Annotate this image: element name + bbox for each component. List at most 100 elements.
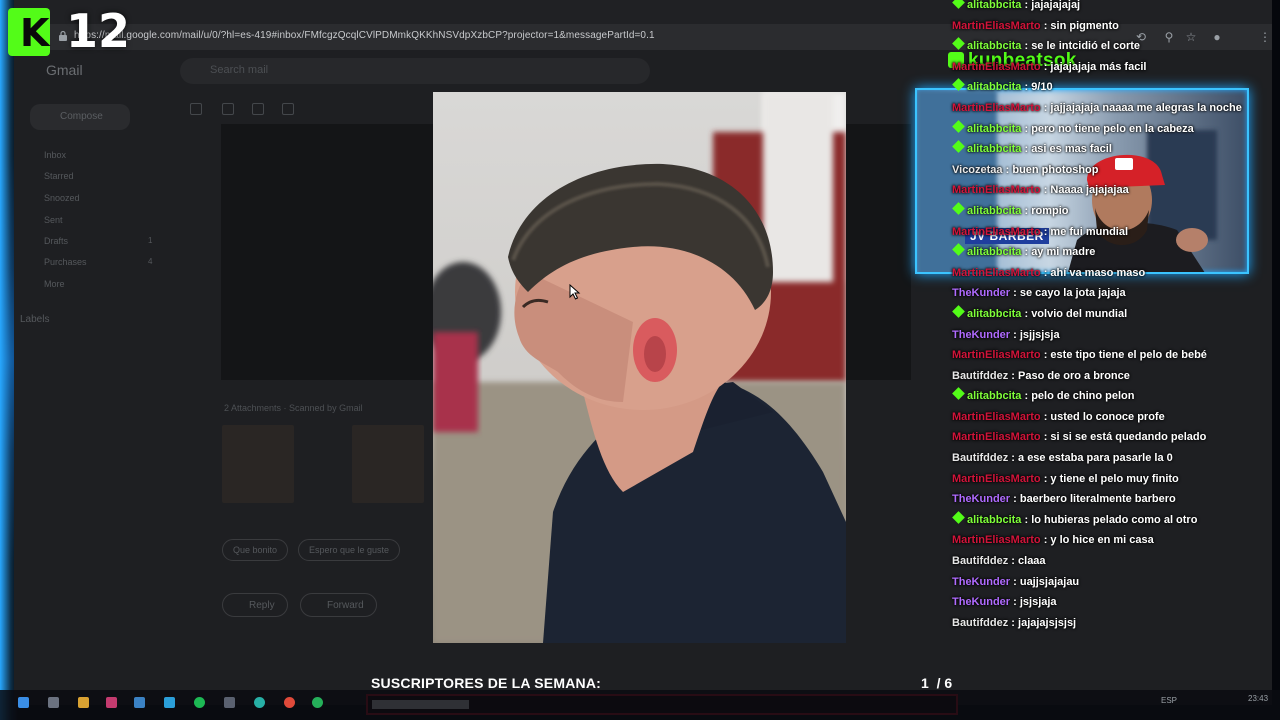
- chat-username[interactable]: MartinEliasMarto: [952, 184, 1041, 196]
- browser-tab[interactable]: [364, 4, 524, 22]
- chat-username[interactable]: alitabbcita: [967, 205, 1021, 217]
- delete-icon[interactable]: [282, 103, 294, 115]
- chat-text: claaa: [1018, 555, 1046, 568]
- chat-message: alitabbcita : se le intcidió el corte: [952, 36, 1272, 57]
- archive-icon[interactable]: [222, 103, 234, 115]
- chat-text: si si se está quedando pelado: [1050, 431, 1207, 444]
- compose-button[interactable]: Compose: [30, 104, 130, 130]
- subs-goal-count: 1 / 6: [921, 675, 952, 691]
- sidebar-item-purchases[interactable]: Purchases: [44, 257, 87, 267]
- smart-reply-chip[interactable]: Espero que le guste: [298, 539, 401, 561]
- sidebar-item-sent[interactable]: Sent: [44, 215, 63, 225]
- chat-username[interactable]: alitabbcita: [967, 123, 1021, 135]
- chat-username[interactable]: Bautifddez: [952, 370, 1008, 382]
- chat-text: pelo de chino pelon: [1031, 390, 1135, 403]
- chat-message: alitabbcita : pelo de chino pelon: [952, 386, 1272, 407]
- app-icon[interactable]: [312, 697, 323, 708]
- browser-tab[interactable]: [194, 4, 354, 22]
- chat-message: Bautifddez : Paso de oro a bronce: [952, 366, 1272, 387]
- url-text[interactable]: https://mail.google.com/mail/u/0/?hl=es-…: [74, 30, 655, 41]
- folder-icon[interactable]: [78, 697, 89, 708]
- chat-message: MartinEliasMarto : jajjajajaja naaaa me …: [952, 98, 1272, 119]
- chat-separator: :: [1021, 143, 1032, 156]
- sidebar-item-more[interactable]: More: [44, 279, 65, 289]
- chat-username[interactable]: TheKunder: [952, 287, 1010, 299]
- search-icon[interactable]: [48, 697, 59, 708]
- chat-message: alitabbcita : ay mi madre: [952, 242, 1272, 263]
- search-input[interactable]: Search mail: [180, 58, 650, 84]
- chat-separator: :: [1008, 555, 1019, 568]
- subs-total: / 6: [936, 675, 953, 691]
- start-icon[interactable]: [18, 697, 29, 708]
- attachment-thumbnail[interactable]: [352, 425, 424, 503]
- language-indicator[interactable]: ESP: [1161, 696, 1177, 705]
- chat-message: Bautifddez : jajajajsjsjsj: [952, 613, 1272, 634]
- sidebar-item-snoozed[interactable]: Snoozed: [44, 193, 80, 203]
- chat-message: TheKunder : baerbero literalmente barber…: [952, 489, 1272, 510]
- chat-username[interactable]: Vicozetaa: [952, 164, 1003, 176]
- chrome-icon[interactable]: [284, 697, 295, 708]
- chat-username[interactable]: MartinEliasMarto: [952, 349, 1041, 361]
- attachment-thumbnail[interactable]: [222, 425, 294, 503]
- chat-username[interactable]: alitabbcita: [967, 390, 1021, 402]
- sidebar-item-inbox[interactable]: Inbox: [44, 150, 66, 160]
- chat-text: 9/10: [1031, 81, 1053, 94]
- chat-message: alitabbcita : rompio: [952, 201, 1272, 222]
- chat-username[interactable]: MartinEliasMarto: [952, 534, 1041, 546]
- sidebar-item-starred[interactable]: Starred: [44, 171, 74, 181]
- app-icon[interactable]: [106, 697, 117, 708]
- sidebar-item-drafts[interactable]: Drafts: [44, 236, 68, 246]
- chat-username[interactable]: alitabbcita: [967, 143, 1021, 155]
- chat-separator: :: [1021, 0, 1032, 11]
- chat-username[interactable]: TheKunder: [952, 576, 1010, 588]
- chat-username[interactable]: MartinEliasMarto: [952, 61, 1041, 73]
- spotify-icon[interactable]: [194, 697, 205, 708]
- chat-username[interactable]: MartinEliasMarto: [952, 226, 1041, 238]
- chat-text: pero no tiene pelo en la cabeza: [1031, 122, 1194, 135]
- chat-username[interactable]: MartinEliasMarto: [952, 411, 1041, 423]
- chat-username[interactable]: Bautifddez: [952, 617, 1008, 629]
- chat-username[interactable]: alitabbcita: [967, 514, 1021, 526]
- app-icon[interactable]: [164, 697, 175, 708]
- reply-button[interactable]: Reply: [222, 593, 288, 617]
- chat-separator: :: [1021, 513, 1032, 526]
- chat-separator: :: [1021, 307, 1032, 320]
- chat-message: MartinEliasMarto : este tipo tiene el pe…: [952, 345, 1272, 366]
- clock[interactable]: 23:43: [1248, 694, 1268, 703]
- chat-username[interactable]: TheKunder: [952, 493, 1010, 505]
- chat-separator: :: [1040, 225, 1051, 238]
- report-icon[interactable]: [252, 103, 264, 115]
- chat-text: buen photoshop: [1012, 163, 1099, 176]
- subscriber-badge-icon: [952, 78, 965, 92]
- back-icon[interactable]: [190, 103, 202, 115]
- chat-username[interactable]: Bautifddez: [952, 452, 1008, 464]
- chat-message: MartinEliasMarto : me fui mundial: [952, 222, 1272, 243]
- chat-text: me fui mundial: [1050, 225, 1129, 238]
- chat-username[interactable]: alitabbcita: [967, 246, 1021, 258]
- chat-username[interactable]: alitabbcita: [967, 0, 1021, 11]
- app-icon[interactable]: [224, 697, 235, 708]
- chat-text: baerbero literalmente barbero: [1019, 493, 1176, 506]
- chat-username[interactable]: MartinEliasMarto: [952, 431, 1041, 443]
- chat-username[interactable]: TheKunder: [952, 596, 1010, 608]
- gmail-logo[interactable]: Gmail: [46, 62, 83, 78]
- chat-username[interactable]: alitabbcita: [967, 308, 1021, 320]
- chat-text: lo hubieras pelado como al otro: [1031, 513, 1198, 526]
- chat-username[interactable]: MartinEliasMarto: [952, 267, 1041, 279]
- chat-username[interactable]: MartinEliasMarto: [952, 102, 1041, 114]
- app-icon[interactable]: [134, 697, 145, 708]
- forward-button[interactable]: Forward: [300, 593, 377, 617]
- chat-message: MartinEliasMarto : Naaaa jajajajaa: [952, 180, 1272, 201]
- chat-username[interactable]: Bautifddez: [952, 555, 1008, 567]
- smart-reply-chip[interactable]: Que bonito: [222, 539, 289, 561]
- chat-username[interactable]: alitabbcita: [967, 81, 1021, 93]
- chat-separator: :: [1040, 101, 1051, 114]
- photo-preview[interactable]: [433, 92, 846, 643]
- chat-separator: :: [1021, 390, 1032, 403]
- chat-username[interactable]: TheKunder: [952, 329, 1010, 341]
- app-icon[interactable]: [254, 697, 265, 708]
- chat-username[interactable]: MartinEliasMarto: [952, 473, 1041, 485]
- chat-username[interactable]: MartinEliasMarto: [952, 20, 1041, 32]
- chat-username[interactable]: alitabbcita: [967, 40, 1021, 52]
- browser-tab[interactable]: [534, 4, 664, 22]
